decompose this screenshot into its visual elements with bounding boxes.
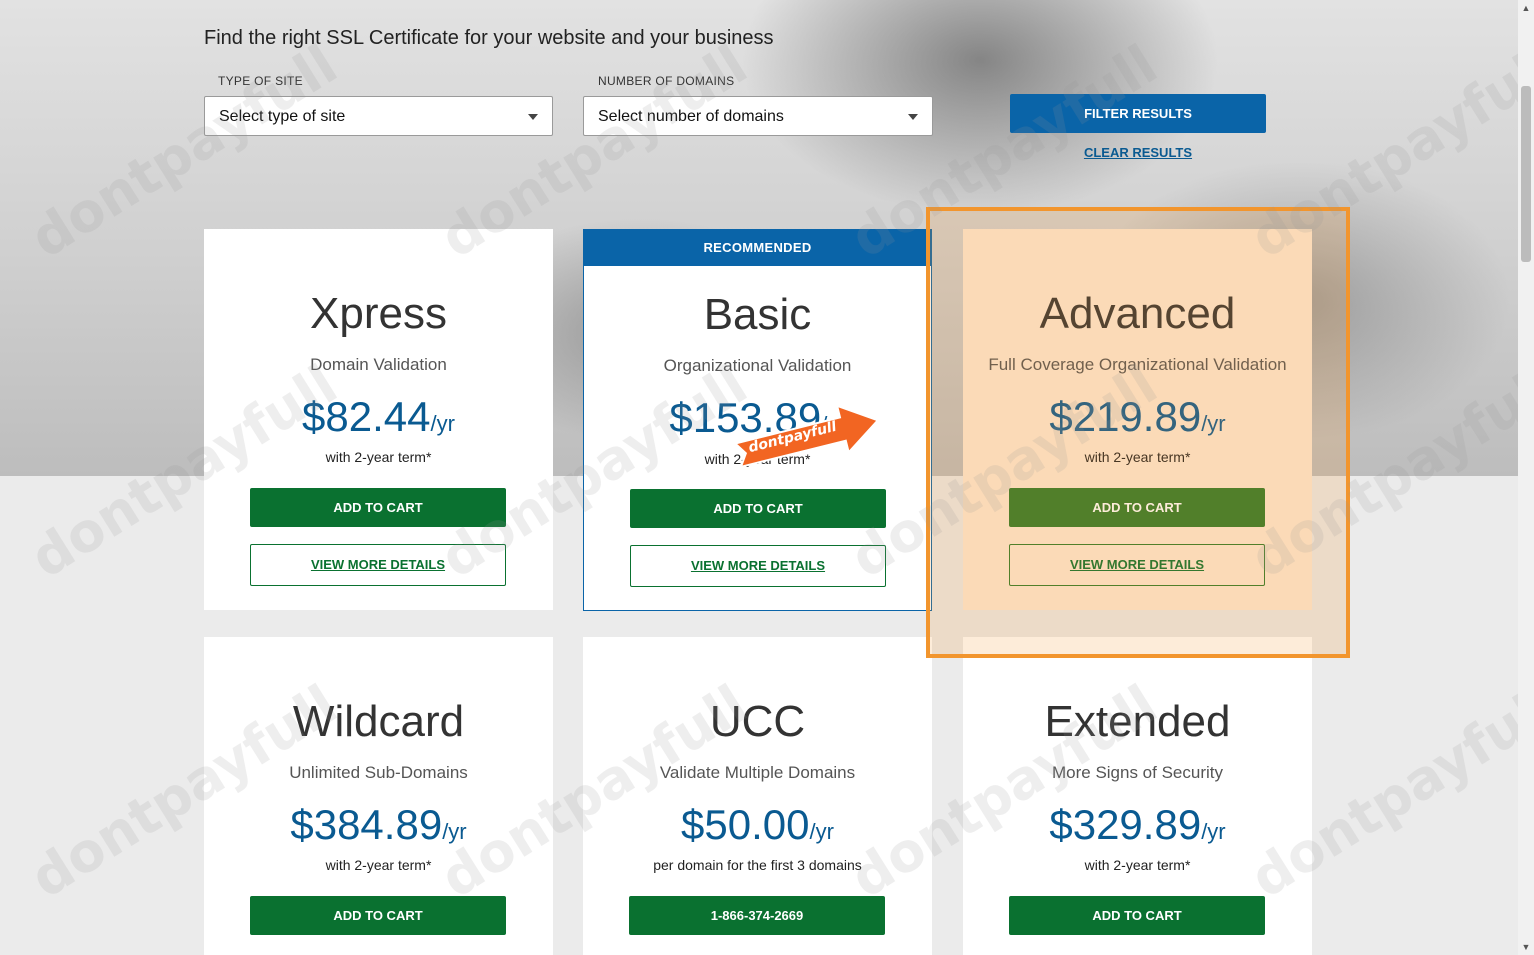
card-subtitle: Full Coverage Organizational Validation (988, 355, 1287, 374)
recommended-banner: RECOMMENDED (583, 229, 932, 266)
price-unit: /yr (430, 411, 455, 436)
scroll-up-icon[interactable]: ▲ (1518, 0, 1534, 16)
page-headline: Find the right SSL Certificate for your … (204, 27, 774, 49)
product-card-wildcard: Wildcard Unlimited Sub-Domains $384.89/y… (204, 637, 553, 955)
number-of-domains-value: Select number of domains (598, 108, 784, 125)
card-subtitle: More Signs of Security (1051, 763, 1223, 782)
card-title: UCC (709, 697, 806, 746)
card-price: $329.89/yr (963, 801, 1312, 849)
product-card-extended: Extended More Signs of Security $329.89/… (963, 637, 1312, 955)
card-title: Basic (703, 290, 812, 339)
card-subtitle: Domain Validation (310, 355, 447, 374)
card-term: per domain for the first 3 domains (653, 857, 862, 873)
add-to-cart-button[interactable]: ADD TO CART (1009, 488, 1265, 527)
view-more-details-button[interactable]: VIEW MORE DETAILS (1009, 544, 1265, 586)
scrollbar-thumb[interactable] (1521, 86, 1531, 262)
price-amount: $384.89 (290, 801, 443, 848)
card-title: Wildcard (292, 697, 465, 746)
price-amount: $219.89 (1049, 393, 1202, 440)
card-title: Extended (1044, 697, 1231, 746)
add-to-cart-button[interactable]: ADD TO CART (250, 488, 506, 527)
card-term: with 2-year term* (325, 857, 432, 873)
product-card-advanced: Advanced Full Coverage Organizational Va… (963, 229, 1312, 610)
type-of-site-value: Select type of site (219, 108, 346, 125)
price-amount: $82.44 (302, 393, 431, 440)
card-title: Xpress (310, 289, 447, 338)
card-term: with 2-year term* (325, 449, 432, 465)
card-title: Advanced (1039, 289, 1236, 338)
number-of-domains-select[interactable]: Select number of domains (583, 96, 933, 136)
scroll-down-icon[interactable]: ▼ (1518, 939, 1534, 955)
add-to-cart-button[interactable]: ADD TO CART (630, 489, 886, 528)
type-of-site-label: TYPE OF SITE (218, 74, 303, 88)
price-unit: /yr (1201, 411, 1226, 436)
filter-results-button[interactable]: FILTER RESULTS (1010, 94, 1266, 133)
price-unit: /yr (1201, 819, 1226, 844)
number-of-domains-label: NUMBER OF DOMAINS (598, 74, 735, 88)
view-more-details-button[interactable]: VIEW MORE DETAILS (250, 544, 506, 586)
product-card-ucc: UCC Validate Multiple Domains $50.00/yr … (583, 637, 932, 955)
view-more-details-button[interactable]: VIEW MORE DETAILS (630, 545, 886, 587)
type-of-site-select[interactable]: Select type of site (204, 96, 553, 136)
card-price: $384.89/yr (204, 801, 553, 849)
price-amount: $50.00 (681, 801, 810, 848)
call-phone-button[interactable]: 1-866-374-2669 (629, 896, 885, 935)
card-price: $50.00/yr (583, 801, 932, 849)
price-unit: /yr (809, 819, 834, 844)
add-to-cart-button[interactable]: ADD TO CART (1009, 896, 1265, 935)
dropdown-caret-icon (908, 114, 918, 120)
card-subtitle: Organizational Validation (663, 356, 852, 375)
clear-results-link[interactable]: CLEAR RESULTS (1010, 145, 1266, 160)
price-amount: $329.89 (1049, 801, 1202, 848)
dropdown-caret-icon (528, 114, 538, 120)
vertical-scrollbar[interactable]: ▲ ▼ (1518, 0, 1534, 955)
card-subtitle: Validate Multiple Domains (659, 763, 856, 782)
card-term: with 2-year term* (1084, 857, 1191, 873)
product-card-xpress: Xpress Domain Validation $82.44/yr with … (204, 229, 553, 610)
price-unit: /yr (442, 819, 467, 844)
add-to-cart-button[interactable]: ADD TO CART (250, 896, 506, 935)
card-price: $219.89/yr (963, 393, 1312, 441)
card-term: with 2-year term* (1084, 449, 1191, 465)
card-price: $82.44/yr (204, 393, 553, 441)
card-subtitle: Unlimited Sub-Domains (289, 763, 468, 782)
